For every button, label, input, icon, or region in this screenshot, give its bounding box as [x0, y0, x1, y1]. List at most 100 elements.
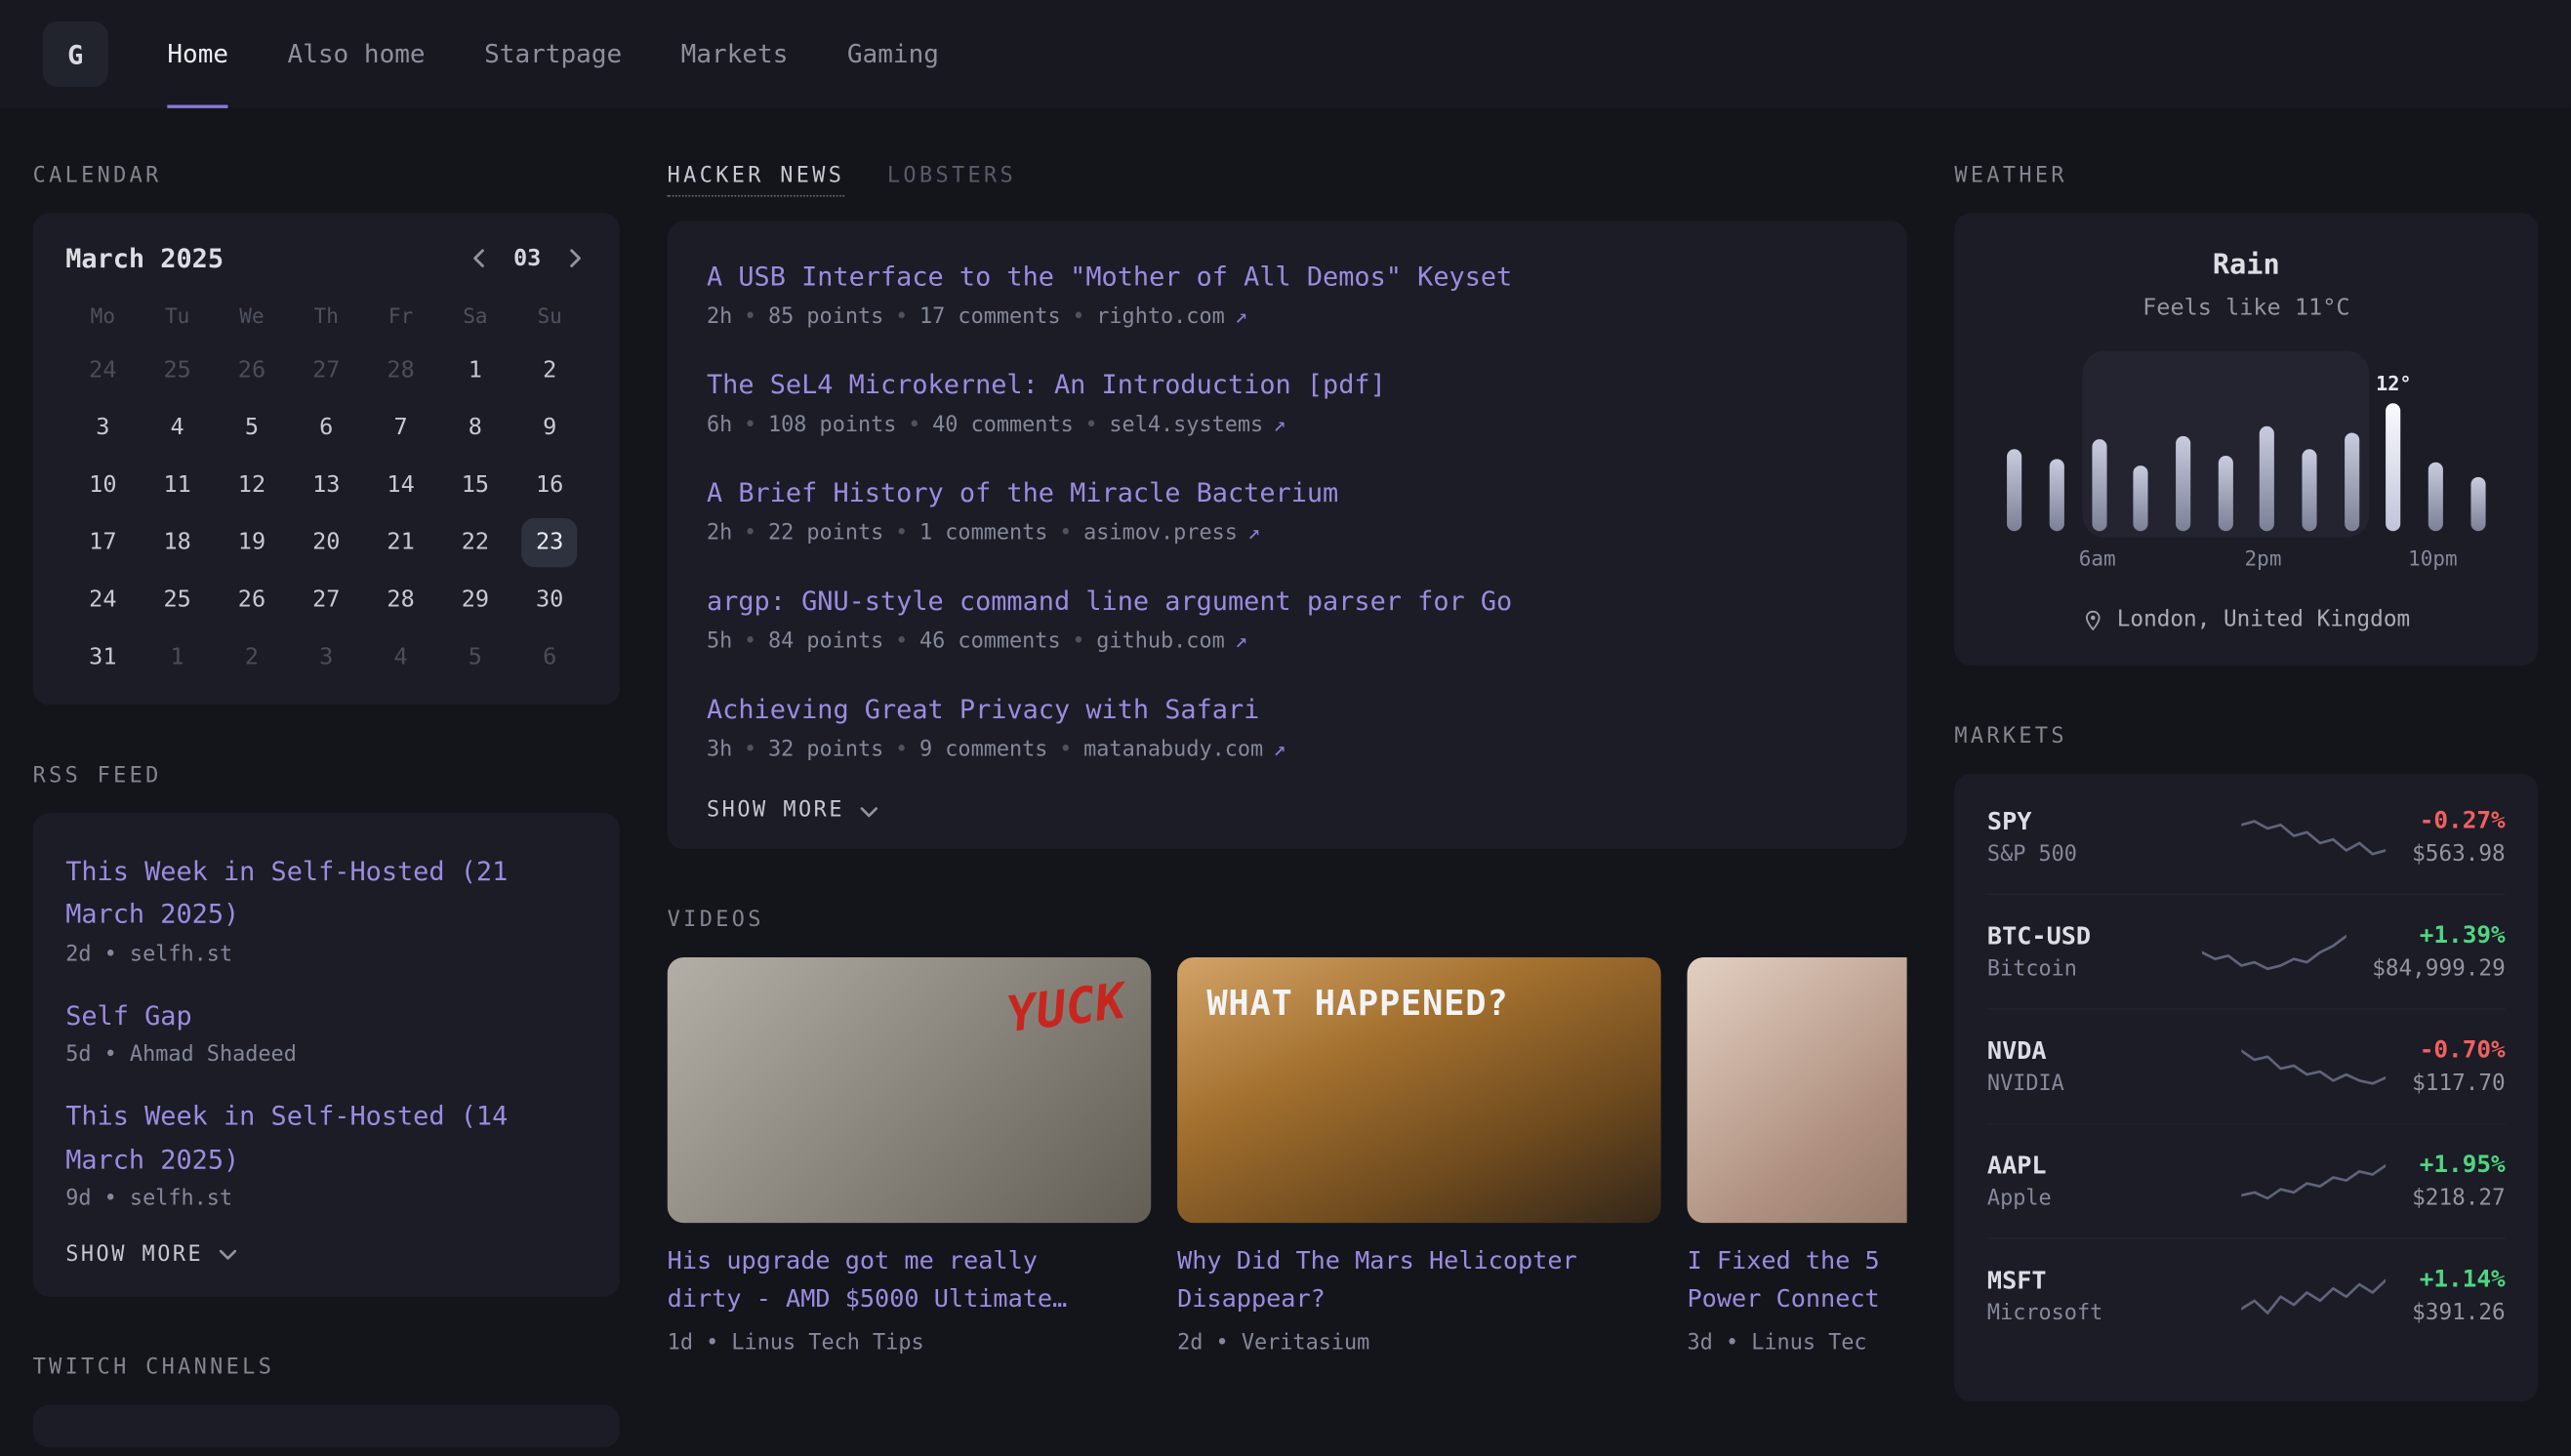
news-list: A USB Interface to the "Mother of All De… — [707, 258, 1867, 762]
video-thumbnail[interactable]: DO — [1688, 957, 1907, 1223]
show-more-label: SHOW MORE — [707, 798, 844, 823]
weather-bar-slot: 12° — [2373, 367, 2415, 531]
weather-bar-slot — [2457, 367, 2499, 531]
calendar-prev-icon[interactable] — [468, 246, 492, 270]
calendar-day: 2 — [512, 341, 587, 398]
rss-show-more-button[interactable]: SHOW MORE — [65, 1242, 587, 1267]
news-item-source[interactable]: righto.com — [1096, 304, 1224, 329]
nav-tab-gaming[interactable]: Gaming — [847, 0, 939, 108]
video-title[interactable]: His upgrade got me reallydirty - AMD $50… — [668, 1242, 1152, 1318]
market-values: +1.95% $218.27 — [2412, 1152, 2506, 1210]
news-item-age: 2h — [707, 521, 732, 546]
news-item-age: 5h — [707, 629, 732, 654]
weather-bar-slot — [2036, 367, 2078, 531]
market-row[interactable]: AAPLApple +1.95% $218.27 — [1987, 1123, 2506, 1238]
videos-heading: VIDEOS — [668, 909, 1907, 933]
news-item-title[interactable]: A USB Interface to the "Mother of All De… — [707, 258, 1867, 297]
tab-hacker-news[interactable]: HACKER NEWS — [668, 164, 845, 197]
news-item-age: 6h — [707, 413, 732, 437]
news-item-comments: 40 comments — [932, 413, 1074, 437]
separator-dot: • — [1085, 413, 1098, 437]
thumbnail-overlay-text: WHAT HAPPENED? — [1206, 984, 1508, 1023]
news-item-source[interactable]: github.com — [1096, 629, 1224, 654]
weather-bar-slot — [2162, 367, 2204, 531]
time-label — [2118, 546, 2159, 570]
rss-item-title[interactable]: This Week in Self-Hosted (21 March 2025) — [65, 851, 587, 938]
market-change: +1.95% — [2412, 1152, 2506, 1178]
market-info: AAPLApple — [1987, 1151, 2222, 1211]
rss-item-title[interactable]: This Week in Self-Hosted (14 March 2025) — [65, 1095, 587, 1182]
app-logo[interactable]: G — [43, 21, 108, 87]
market-name: Microsoft — [1987, 1302, 2222, 1326]
separator-dot: • — [895, 629, 908, 654]
market-sparkline — [2241, 1045, 2386, 1088]
calendar-next-icon[interactable] — [562, 246, 587, 270]
news-show-more-button[interactable]: SHOW MORE — [707, 798, 1867, 823]
calendar-day: 26 — [215, 341, 289, 398]
news-item-title[interactable]: argp: GNU-style command line argument pa… — [707, 582, 1867, 621]
external-link-icon: ↗ — [1247, 521, 1260, 546]
market-name: NVIDIA — [1987, 1072, 2222, 1097]
weather-widget: Rain Feels like 11°C 12° 6am2pm10pm Lond… — [1954, 213, 2538, 666]
calendar-day: 5 — [438, 627, 512, 685]
news-item-source[interactable]: asimov.press — [1083, 521, 1238, 546]
rss-widget: This Week in Self-Hosted (21 March 2025)… — [33, 813, 620, 1296]
separator-dot: • — [1072, 629, 1084, 654]
weather-bar-slot — [1994, 367, 2036, 531]
news-item-source[interactable]: matanabudy.com — [1083, 738, 1263, 762]
market-price: $218.27 — [2412, 1185, 2506, 1211]
calendar-day: 22 — [438, 513, 512, 571]
video-meta: 3d • Linus Tec — [1688, 1330, 1907, 1355]
external-link-icon: ↗ — [1235, 629, 1247, 654]
tab-lobsters[interactable]: LOBSTERS — [887, 164, 1016, 195]
market-sparkline — [2201, 930, 2346, 973]
calendar-day: 3 — [65, 398, 140, 456]
video-title[interactable]: Why Did The Mars HelicopterDisappear? — [1177, 1242, 1661, 1318]
rss-item-title[interactable]: Self Gap — [65, 994, 587, 1037]
news-item-title[interactable]: A Brief History of the Miracle Bacterium — [707, 473, 1867, 512]
nav-tab-markets[interactable]: Markets — [681, 0, 789, 108]
calendar-day: 3 — [289, 627, 363, 685]
market-price: $117.70 — [2412, 1070, 2506, 1096]
market-row[interactable]: BTC-USDBitcoin+1.39%$84,999.29 — [1987, 893, 2506, 1008]
rss-item: This Week in Self-Hosted (21 March 2025)… — [65, 851, 587, 967]
separator-dot: • — [744, 521, 756, 546]
middle-column: HACKER NEWS LOBSTERS A USB Interface to t… — [668, 164, 1907, 1447]
nav-tab-also-home[interactable]: Also home — [288, 0, 426, 108]
calendar-widget: March 2025 03 MoTuWeThFrSaSu 24252627281… — [33, 213, 620, 705]
news-item-points: 32 points — [768, 738, 883, 762]
market-row[interactable]: NVDANVIDIA-0.70%$117.70 — [1987, 1008, 2506, 1123]
market-price: $84,999.29 — [2372, 954, 2506, 981]
video-thumbnail[interactable]: YUCK — [668, 957, 1152, 1223]
video-card: DO I Fixed the 5Power Connect 3d • Linus T… — [1688, 957, 1907, 1355]
separator-dot: • — [1072, 304, 1084, 329]
news-item-title[interactable]: The SeL4 Microkernel: An Introduction [p… — [707, 366, 1867, 405]
calendar-day: 13 — [289, 456, 363, 513]
calendar-month-label: March 2025 — [65, 243, 468, 274]
nav-tab-home[interactable]: Home — [167, 0, 228, 108]
weather-feels-like: Feels like 11°C — [1994, 295, 2499, 321]
time-label — [2201, 546, 2242, 570]
calendar-day: 11 — [140, 456, 214, 513]
news-item-source[interactable]: sel4.systems — [1109, 413, 1263, 437]
separator-dot: • — [744, 304, 756, 329]
nav-tab-startpage[interactable]: Startpage — [484, 0, 622, 108]
news-item: Achieving Great Privacy with Safari3h•32… — [707, 690, 1867, 762]
market-row[interactable]: MSFTMicrosoft+1.14%$391.26 — [1987, 1237, 2506, 1353]
news-item-points: 22 points — [768, 521, 883, 546]
video-thumbnail[interactable]: WHAT HAPPENED? — [1177, 957, 1661, 1223]
rss-item: Self Gap5d • Ahmad Shadeed — [65, 994, 587, 1068]
market-row[interactable]: SPYS&P 500-0.27%$563.98 — [1987, 781, 2506, 894]
video-meta: 2d • Veritasium — [1177, 1330, 1661, 1355]
news-item-title[interactable]: Achieving Great Privacy with Safari — [707, 690, 1867, 729]
calendar-day: 27 — [289, 571, 363, 628]
dashboard-grid: CALENDAR March 2025 03 MoTuWeThFrSaSu — [0, 108, 2571, 1447]
calendar-day: 19 — [215, 513, 289, 571]
nav-tabs: Home Also home Startpage Markets Gaming — [167, 0, 939, 108]
news-item-points: 85 points — [768, 304, 883, 329]
external-link-icon: ↗ — [1235, 304, 1247, 329]
video-title[interactable]: I Fixed the 5Power Connect — [1688, 1242, 1907, 1318]
market-price: $391.26 — [2412, 1299, 2506, 1325]
market-values: -0.70%$117.70 — [2412, 1036, 2506, 1095]
weather-bar-slot — [2078, 367, 2120, 531]
